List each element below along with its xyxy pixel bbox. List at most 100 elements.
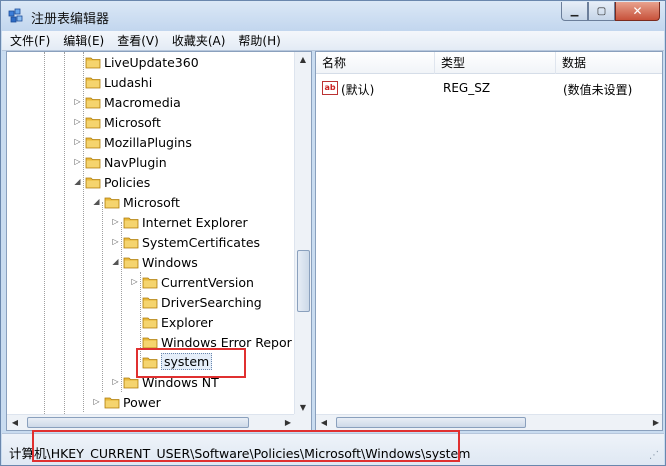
expand-arrow-icon[interactable] [73, 57, 82, 66]
tree-view: LiveUpdate360 Ludashi ▷ Macromedia ▷ Microsof… [7, 52, 296, 416]
folder-icon [142, 276, 158, 289]
tree-item-label: CurrentVersion [161, 275, 254, 290]
collapse-arrow-icon[interactable]: ◢ [73, 177, 82, 186]
column-type-header[interactable]: 类型 [435, 52, 556, 74]
folder-icon [142, 336, 158, 349]
menu-bar: 文件(F) 编辑(E) 查看(V) 收藏夹(A) 帮助(H) [2, 31, 664, 51]
tree-item-label: LiveUpdate360 [104, 55, 199, 70]
tree-item-label: DriverSearching [161, 295, 262, 310]
tree-horizontal-scrollbar[interactable]: ◀ ▶ [7, 414, 296, 430]
folder-icon [142, 356, 158, 369]
folder-icon [85, 56, 101, 69]
registry-tree-pane[interactable]: LiveUpdate360 Ludashi ▷ Macromedia ▷ Microsof… [6, 51, 312, 431]
expand-arrow-icon[interactable]: ▷ [73, 97, 82, 106]
expand-arrow-icon[interactable] [130, 297, 139, 306]
expand-arrow-icon[interactable] [73, 77, 82, 86]
menu-favorites[interactable]: 收藏夹(A) [172, 32, 226, 49]
tree-item[interactable]: ▷ Power [7, 392, 296, 412]
menu-edit[interactable]: 编辑(E) [63, 32, 104, 49]
tree-item-label: Windows NT [142, 375, 219, 390]
column-data-header[interactable]: 数据 [556, 52, 662, 74]
tree-item-label: Explorer [161, 315, 214, 330]
folder-icon [104, 396, 120, 409]
value-name: (默认) [341, 83, 375, 97]
tree-vertical-scrollbar[interactable]: ▲ ▼ [294, 52, 311, 416]
string-value-icon: ab [322, 81, 338, 95]
values-horizontal-scroll-thumb[interactable] [336, 417, 526, 428]
column-name-header[interactable]: 名称 [316, 52, 435, 74]
tree-item[interactable]: ▷ Macromedia [7, 92, 296, 112]
expand-arrow-icon[interactable]: ▷ [73, 157, 82, 166]
expand-arrow-icon[interactable]: ▷ [130, 277, 139, 286]
scroll-up-arrow-icon[interactable]: ▲ [295, 52, 311, 68]
values-list-header: 名称 类型 数据 [316, 52, 662, 74]
tree-item[interactable]: Ludashi [7, 72, 296, 92]
tree-item-label: Microsoft [123, 195, 180, 210]
tree-vertical-scroll-thumb[interactable] [297, 250, 310, 312]
tree-item[interactable]: ▷ Windows NT [7, 372, 296, 392]
menu-view[interactable]: 查看(V) [117, 32, 159, 49]
tree-item-label: Windows Error Repor [161, 335, 292, 350]
tree-item[interactable]: ▷ NavPlugin [7, 152, 296, 172]
value-row[interactable]: ab (默认) REG_SZ (数值未设置) [316, 78, 662, 98]
collapse-arrow-icon[interactable]: ◢ [92, 197, 101, 206]
folder-icon [85, 156, 101, 169]
tree-item-label: Windows [142, 255, 198, 270]
folder-icon [123, 236, 139, 249]
close-icon: ✕ [632, 4, 643, 18]
tree-item[interactable]: ◢ Windows [7, 252, 296, 272]
tree-item-label: MozillaPlugins [104, 135, 192, 150]
tree-item[interactable]: DriverSearching [7, 292, 296, 312]
expand-arrow-icon[interactable] [130, 317, 139, 326]
status-bar: 计算机\HKEY_CURRENT_USER\Software\Policies\… [2, 433, 664, 465]
tree-item[interactable]: system [7, 352, 296, 372]
registry-values-pane[interactable]: 名称 类型 数据 ab (默认) REG_SZ (数值未设置) ◀ ▶ [315, 51, 663, 431]
expand-arrow-icon[interactable]: ▷ [92, 397, 101, 406]
expand-arrow-icon[interactable]: ▷ [73, 137, 82, 146]
tree-item[interactable]: ▷ Microsoft [7, 112, 296, 132]
scroll-left-arrow-icon[interactable]: ◀ [7, 415, 23, 430]
menu-file[interactable]: 文件(F) [10, 32, 50, 49]
tree-horizontal-scroll-thumb[interactable] [27, 417, 249, 428]
tree-item[interactable]: Windows Error Repor [7, 332, 296, 352]
resize-grip-icon[interactable]: ⋰ [649, 450, 661, 462]
tree-item[interactable]: ▷ MozillaPlugins [7, 132, 296, 152]
folder-icon [85, 136, 101, 149]
menu-help[interactable]: 帮助(H) [238, 32, 280, 49]
tree-item[interactable]: ◢ Policies [7, 172, 296, 192]
folder-icon [85, 116, 101, 129]
tree-item[interactable]: ◢ Microsoft [7, 192, 296, 212]
expand-arrow-icon[interactable]: ▷ [73, 117, 82, 126]
maximize-button[interactable]: ▢ [588, 2, 615, 21]
folder-icon [142, 316, 158, 329]
folder-icon [123, 376, 139, 389]
expand-arrow-icon[interactable]: ▷ [111, 377, 120, 386]
folder-icon [123, 256, 139, 269]
scroll-corner [294, 414, 311, 430]
scroll-left-arrow-icon[interactable]: ◀ [316, 415, 332, 430]
folder-icon [85, 96, 101, 109]
values-horizontal-scrollbar[interactable]: ◀ ▶ [316, 414, 662, 430]
tree-item[interactable]: ▷ CurrentVersion [7, 272, 296, 292]
title-bar[interactable]: 注册表编辑器 ▁ ▢ ✕ [1, 1, 665, 31]
tree-item[interactable]: Explorer [7, 312, 296, 332]
expand-arrow-icon[interactable] [130, 357, 139, 366]
expand-arrow-icon[interactable] [130, 337, 139, 346]
scroll-right-arrow-icon[interactable]: ▶ [648, 415, 662, 430]
tree-item[interactable]: LiveUpdate360 [7, 52, 296, 72]
tree-item-label: Macromedia [104, 95, 181, 110]
folder-icon [142, 296, 158, 309]
folder-icon [123, 216, 139, 229]
window-title: 注册表编辑器 [31, 12, 110, 27]
expand-arrow-icon[interactable]: ▷ [111, 237, 120, 246]
tree-item[interactable]: ▷ SystemCertificates [7, 232, 296, 252]
collapse-arrow-icon[interactable]: ◢ [111, 257, 120, 266]
tree-item-label: Power [123, 395, 161, 410]
folder-icon [85, 176, 101, 189]
tree-item-label: system [161, 353, 213, 370]
close-button[interactable]: ✕ [615, 2, 660, 21]
folder-icon [85, 76, 101, 89]
expand-arrow-icon[interactable]: ▷ [111, 217, 120, 226]
tree-item[interactable]: ▷ Internet Explorer [7, 212, 296, 232]
minimize-button[interactable]: ▁ [561, 2, 588, 21]
